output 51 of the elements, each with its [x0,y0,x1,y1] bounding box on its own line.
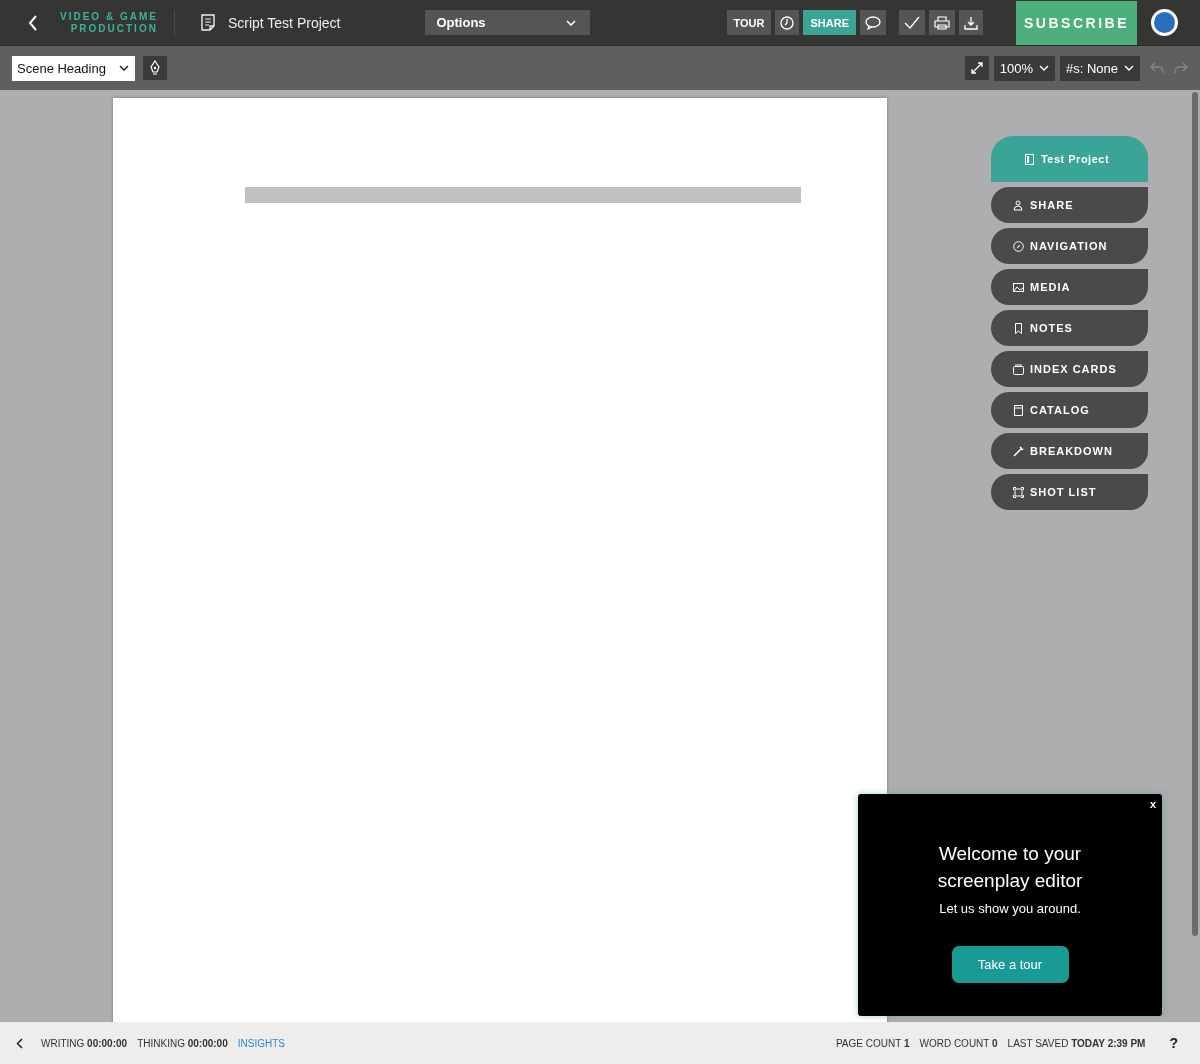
chevron-down-icon [1124,65,1134,71]
expand-icon[interactable] [964,56,989,80]
side-menu-item[interactable]: NOTES [991,310,1148,346]
side-menu-item[interactable]: INDEX CARDS [991,351,1148,387]
chevron-down-icon [119,65,129,71]
compass-icon [1013,240,1024,252]
clock-icon[interactable] [775,10,800,35]
scene-numbers-dropdown[interactable]: #s: None [1059,55,1140,81]
tour-button[interactable]: TOUR [726,10,772,35]
zoom-dropdown[interactable]: 100% [993,55,1055,81]
avatar[interactable] [1151,9,1178,36]
side-menu-item[interactable]: MEDIA [991,269,1148,305]
brand-text: VIDEO & GAME [60,10,158,23]
chevron-down-icon [1038,65,1049,71]
print-icon[interactable] [929,10,955,35]
document-icon [200,14,215,31]
popup-text: Let us show you around. [939,901,1081,916]
status-stat: WRITING 00:00:00 [41,1037,128,1049]
insights-link[interactable]: INSIGHTS [237,1037,285,1049]
scrollbar[interactable] [1192,92,1198,936]
chevron-down-icon [566,19,577,26]
pen-icon[interactable] [143,56,167,80]
side-menu-item[interactable]: BREAKDOWN [991,433,1148,469]
status-stat: THINKING 00:00:00 [137,1037,228,1049]
side-menu-item[interactable]: CATALOG [991,392,1148,428]
check-icon[interactable] [899,10,925,35]
wand-icon [1013,445,1024,457]
download-icon[interactable] [959,10,983,35]
chevron-left-icon[interactable] [16,1037,23,1049]
bookmark-icon [1013,322,1024,334]
close-button[interactable]: x [1149,798,1156,810]
status-stat: PAGE COUNT 1 [835,1037,910,1049]
person-icon [1013,199,1024,211]
frame-icon [1013,486,1024,498]
side-menu-item[interactable]: SHARE [991,187,1148,223]
brand-text: PRODUCTION [70,22,158,35]
comment-icon[interactable] [860,10,886,35]
help-button[interactable]: ? [1169,1035,1178,1051]
side-menu-item[interactable]: NAVIGATION [991,228,1148,264]
status-stat: LAST SAVED TODAY 2:39 PM [1007,1037,1146,1049]
status-stat: WORD COUNT 0 [919,1037,998,1049]
cards-icon [1013,363,1024,375]
book-icon [1023,153,1035,165]
options-dropdown[interactable]: Options [425,10,591,35]
brand-logo[interactable]: VIDEO & GAME PRODUCTION [60,10,158,35]
document-title[interactable]: Script Test Project [227,14,341,31]
side-menu-item[interactable]: SHOT LIST [991,474,1148,510]
image-icon [1013,281,1024,293]
box-icon [1013,404,1024,416]
element-type-dropdown[interactable]: Scene Heading [12,55,135,81]
popup-title: Welcome to your screenplay editor [936,842,1084,893]
